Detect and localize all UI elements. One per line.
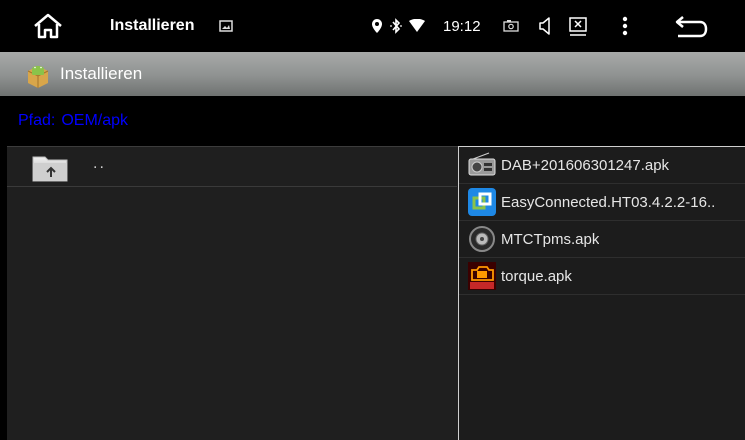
tire-icon xyxy=(467,224,497,254)
close-box-icon[interactable] xyxy=(568,0,588,52)
android-package-icon xyxy=(24,61,52,89)
folder-up-icon xyxy=(31,153,69,183)
list-item[interactable]: DAB+201606301247.apk xyxy=(459,147,745,184)
bluetooth-icon xyxy=(389,0,403,52)
home-icon[interactable] xyxy=(26,0,70,52)
path-label: Pfad: xyxy=(18,112,56,129)
path-value: OEM/apk xyxy=(61,112,129,129)
parent-folder-row[interactable]: .. xyxy=(7,147,457,187)
status-title: Installieren xyxy=(110,17,195,34)
overflow-menu-icon[interactable] xyxy=(622,0,628,52)
file-name: torque.apk xyxy=(501,267,572,285)
back-icon[interactable] xyxy=(672,0,708,52)
wifi-icon xyxy=(408,0,426,52)
file-name: MTCTpms.apk xyxy=(501,230,600,248)
path-row: Pfad: OEM/apk xyxy=(18,96,134,146)
apk-file-list: DAB+201606301247.apk EasyConnected.HT03.… xyxy=(458,146,745,440)
list-item[interactable]: MTCTpms.apk xyxy=(459,221,745,258)
app-header: Installieren xyxy=(0,52,745,96)
parent-folder-label: .. xyxy=(93,155,106,172)
list-item[interactable]: torque.apk xyxy=(459,258,745,295)
clock-time: 19:12 xyxy=(443,17,481,35)
image-icon xyxy=(219,0,233,52)
radio-icon xyxy=(467,150,497,180)
list-item[interactable]: EasyConnected.HT03.4.2.2-16.. xyxy=(459,184,745,221)
obd-check-icon xyxy=(467,261,497,291)
location-icon xyxy=(371,0,383,52)
volume-icon[interactable] xyxy=(538,0,552,52)
status-bar: Installieren 19:12 xyxy=(0,0,745,52)
header-title: Installieren xyxy=(60,64,143,83)
file-name: EasyConnected.HT03.4.2.2-16.. xyxy=(501,193,716,211)
file-name: DAB+201606301247.apk xyxy=(501,156,670,174)
easyconnected-icon xyxy=(467,187,497,217)
camera-icon[interactable] xyxy=(503,0,519,52)
